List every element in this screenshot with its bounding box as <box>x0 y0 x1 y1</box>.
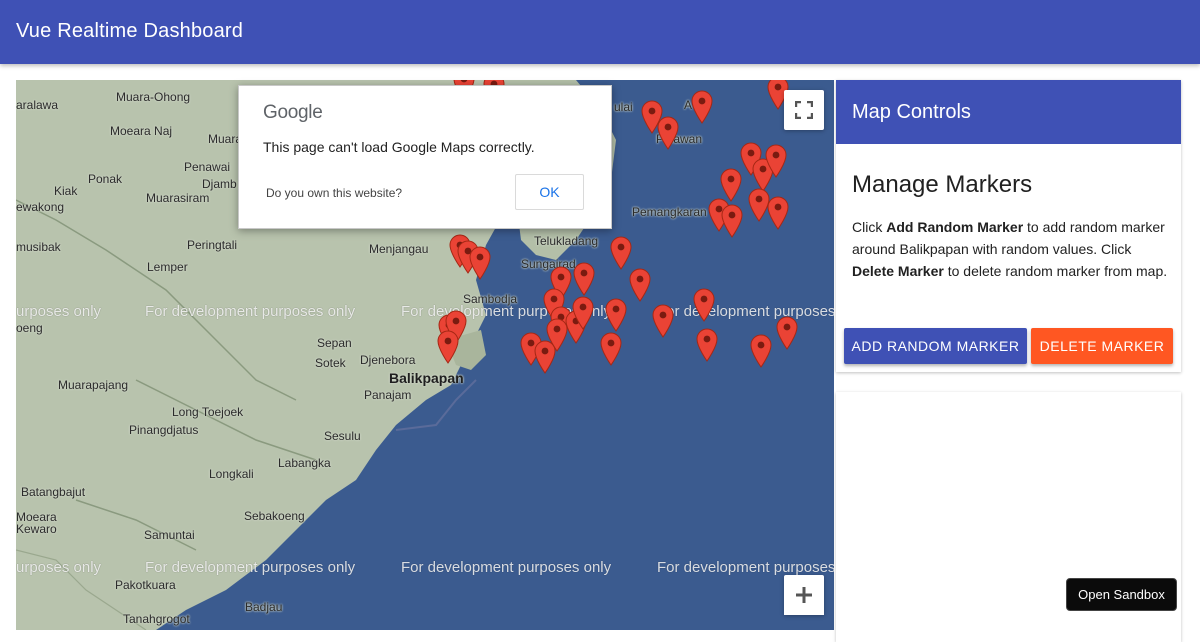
map-place: Labangka <box>278 456 331 470</box>
map-place: Batangbajut <box>21 485 86 499</box>
map-place: Muarapajang <box>58 378 129 392</box>
map-pin-icon[interactable] <box>599 332 623 366</box>
dev-watermark: For development purposes only <box>401 559 612 576</box>
map-pin-icon[interactable] <box>468 246 492 280</box>
map-pin-icon[interactable] <box>572 262 596 296</box>
map-pin-icon[interactable] <box>775 316 799 350</box>
map-place: Djamb <box>202 177 237 191</box>
map-pin-icon[interactable] <box>690 90 714 124</box>
app-bar: Vue Realtime Dashboard <box>0 0 1200 64</box>
map-pin-icon[interactable] <box>609 236 633 270</box>
map-place: aralawa <box>16 98 59 112</box>
map-place: musibak <box>16 240 61 254</box>
map-place: Sesulu <box>324 429 361 443</box>
app-title: Vue Realtime Dashboard <box>16 20 244 42</box>
plus-icon <box>796 587 812 603</box>
map-place-balikpapan: Balikpapan <box>389 370 464 386</box>
map-place: Panajam <box>364 388 412 402</box>
map-place: Penawai <box>184 160 231 174</box>
map-pin-icon[interactable] <box>436 330 460 364</box>
map-pin-icon[interactable] <box>628 268 652 302</box>
dev-watermark: For development purposes <box>657 303 834 320</box>
open-sandbox-button[interactable]: Open Sandbox <box>1066 578 1177 611</box>
map-place: Kewaro <box>16 522 57 536</box>
map-pin-icon[interactable] <box>604 298 628 332</box>
map-place: Djenebora <box>360 353 416 367</box>
map-place: Tanahgrogot <box>123 612 190 626</box>
map-place: Pinangdjatus <box>129 423 199 437</box>
map-pin-icon[interactable] <box>695 328 719 362</box>
map-pin-icon[interactable] <box>766 196 790 230</box>
dev-watermark: For development purposes only <box>657 559 834 576</box>
map-place: Telukladang <box>534 234 599 248</box>
map-pin-icon[interactable] <box>764 144 788 178</box>
fullscreen-button[interactable] <box>784 90 824 130</box>
map-place: oeng <box>16 321 43 335</box>
desc-bold-delete: Delete Marker <box>852 263 944 279</box>
dev-watermark: urposes only <box>16 559 102 576</box>
map-controls-card: Map Controls Manage Markers Click Add Ra… <box>836 80 1181 372</box>
add-random-marker-button[interactable]: ADD RANDOM MARKER <box>844 328 1027 364</box>
google-logo: Google <box>263 102 323 123</box>
map-pin-icon[interactable] <box>692 288 716 322</box>
map-place: Longkali <box>209 467 254 481</box>
map-place: Ponak <box>88 172 123 186</box>
manage-markers-heading: Manage Markers <box>852 171 1033 198</box>
map-place: Kiak <box>54 184 78 198</box>
map-place: Menjangau <box>369 242 429 256</box>
dev-watermark: For development purposes only <box>145 303 356 320</box>
map-place: Sotek <box>315 356 346 370</box>
dev-watermark: For development purposes only <box>145 559 356 576</box>
map-place: Samuntai <box>144 528 195 542</box>
map-pin-icon[interactable] <box>749 334 773 368</box>
own-website-link[interactable]: Do you own this website? <box>266 186 402 200</box>
map-place: Lemper <box>147 260 188 274</box>
map-place: Peringtali <box>187 238 238 252</box>
map-place: Moeara Naj <box>110 124 173 138</box>
delete-marker-button[interactable]: DELETE MARKER <box>1031 328 1173 364</box>
map-pin-icon[interactable] <box>533 340 557 374</box>
ok-button[interactable]: OK <box>515 174 584 210</box>
map-place: Sebakoeng <box>244 509 305 523</box>
maps-error-dialog: Google This page can't load Google Maps … <box>238 85 612 229</box>
desc-bold-add: Add Random Marker <box>886 219 1024 235</box>
desc-text: to delete random marker from map. <box>943 263 1168 279</box>
map-place: Sepan <box>317 336 352 350</box>
map-place: ewakong <box>16 200 65 214</box>
zoom-in-button[interactable] <box>784 575 824 615</box>
map-pin-icon[interactable] <box>656 116 680 150</box>
map-controls-title: Map Controls <box>852 101 971 123</box>
map-place: Muarasiram <box>146 191 210 205</box>
fullscreen-icon <box>795 101 813 119</box>
map-place: Badjau <box>245 600 283 614</box>
map-place: Pemangkaran <box>632 205 707 219</box>
manage-markers-description: Click Add Random Marker to add random ma… <box>852 216 1172 282</box>
desc-text: Click <box>852 219 887 235</box>
map-controls-header: Map Controls <box>836 80 1181 144</box>
map-place: Long Toejoek <box>172 405 244 419</box>
error-message: This page can't load Google Maps correct… <box>263 139 535 155</box>
map-pin-icon[interactable] <box>571 296 595 330</box>
map-pin-icon[interactable] <box>720 204 744 238</box>
dev-watermark: urposes only <box>16 303 102 320</box>
map-pin-icon[interactable] <box>651 304 675 338</box>
map-place: Pakotkuara <box>115 578 176 592</box>
map-place: Muara-Ohong <box>116 90 191 104</box>
map-place: ulai <box>614 100 633 114</box>
